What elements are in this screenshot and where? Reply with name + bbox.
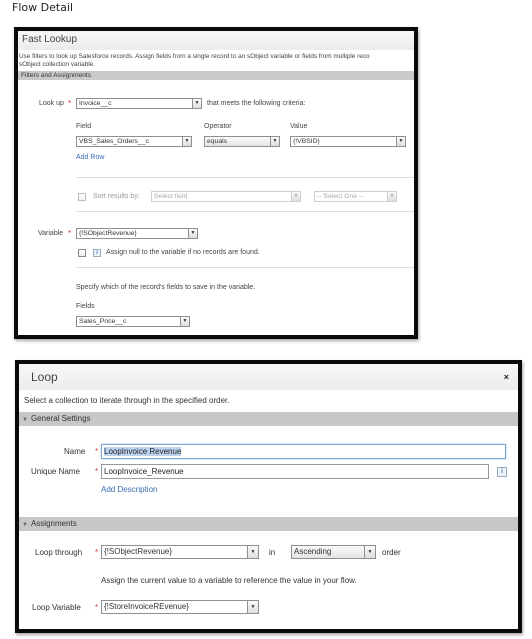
required-marker: * xyxy=(95,548,99,557)
loop-through-dropdown-icon[interactable]: ▼ xyxy=(247,545,259,559)
unique-name-input[interactable]: LoopInvoice_Revenue xyxy=(101,464,489,479)
assign-null-label: Assign null to the variable if no record… xyxy=(106,249,260,256)
variable-label: Variable xyxy=(38,230,64,237)
divider xyxy=(76,211,414,212)
required-marker: * xyxy=(95,467,99,476)
field-column-header: Field xyxy=(76,123,92,130)
lookup-object-dropdown-icon[interactable]: ▼ xyxy=(192,98,202,109)
general-settings-header[interactable]: ▼ General Settings xyxy=(19,412,518,426)
fast-lookup-description: Use filters to look up Salesforce record… xyxy=(18,50,414,71)
sort-order-dropdown-icon[interactable]: ▼ xyxy=(364,545,376,559)
assign-null-checkbox[interactable] xyxy=(78,249,86,257)
variable-dropdown-icon[interactable]: ▼ xyxy=(188,228,198,239)
loop-variable-select[interactable]: {!StoreInvoiceREvenue} xyxy=(101,600,248,614)
sort-field-select[interactable]: Select field xyxy=(151,191,292,202)
required-marker: * xyxy=(68,99,72,108)
filter-field-select[interactable]: VBS_Sales_Orders__c xyxy=(76,136,183,147)
fields-select[interactable]: Sales_Price__c xyxy=(76,316,181,327)
name-input[interactable]: LoopInvoice Revenue xyxy=(101,444,506,459)
description-line-2: sObject collection variable. xyxy=(19,61,96,68)
divider xyxy=(76,177,414,178)
loop-through-select[interactable]: {!SObjectRevenue} xyxy=(101,545,248,559)
specify-fields-text: Specify which of the record's fields to … xyxy=(76,284,256,291)
loop-header: Loop × xyxy=(19,364,518,390)
divider xyxy=(76,267,414,268)
value-column-header: Value xyxy=(290,123,308,130)
close-icon[interactable]: × xyxy=(504,364,509,390)
in-text: in xyxy=(269,548,276,557)
sort-order-select[interactable]: Ascending xyxy=(291,545,365,559)
add-row-link[interactable]: Add Row xyxy=(76,154,104,161)
required-marker: * xyxy=(95,603,99,612)
operator-column-header: Operator xyxy=(204,123,232,130)
sort-order-dropdown-icon[interactable]: ▼ xyxy=(387,191,397,202)
required-marker: * xyxy=(95,447,99,456)
info-icon[interactable]: i xyxy=(93,249,101,257)
general-settings-label: General Settings xyxy=(30,414,91,423)
collapse-triangle-icon: ▼ xyxy=(22,417,28,423)
info-icon[interactable]: i xyxy=(497,467,507,477)
filter-value-dropdown-icon[interactable]: ▼ xyxy=(396,136,406,147)
assign-help-text: Assign the current value to a variable t… xyxy=(101,576,357,585)
fields-dropdown-icon[interactable]: ▼ xyxy=(180,316,190,327)
filters-section-header: Filters and Assignments xyxy=(18,71,414,80)
fields-label: Fields xyxy=(76,303,95,310)
order-text: order xyxy=(382,548,401,557)
filter-field-dropdown-icon[interactable]: ▼ xyxy=(182,136,192,147)
loop-description: Select a collection to iterate through i… xyxy=(24,396,230,405)
assignments-header[interactable]: ▼ Assignments xyxy=(19,517,518,531)
sort-order-select[interactable]: -- Select One -- xyxy=(314,191,388,202)
loop-panel: Loop × Select a collection to iterate th… xyxy=(15,360,522,633)
fast-lookup-title: Fast Lookup xyxy=(18,31,414,50)
description-line-1: Use filters to look up Salesforce record… xyxy=(19,53,370,60)
lookup-object-select[interactable]: Invoice__c xyxy=(76,98,193,109)
variable-select[interactable]: {!SObjectRevenue} xyxy=(76,228,189,239)
lookup-label: Look up xyxy=(39,100,64,107)
page-title: Flow Detail xyxy=(12,1,74,14)
sort-results-label: Sort results by: xyxy=(93,193,140,200)
name-label: Name xyxy=(64,447,86,456)
collapse-triangle-icon: ▼ xyxy=(22,522,28,528)
filter-value-input[interactable]: {!VBSID} xyxy=(290,136,397,147)
filter-operator-select[interactable]: equals xyxy=(204,136,271,147)
sort-results-checkbox[interactable] xyxy=(78,193,86,201)
sort-field-dropdown-icon[interactable]: ▼ xyxy=(291,191,301,202)
required-marker: * xyxy=(68,229,72,238)
loop-title: Loop xyxy=(31,370,58,384)
unique-name-label: Unique Name xyxy=(31,467,80,476)
filter-operator-dropdown-icon[interactable]: ▼ xyxy=(270,136,280,147)
add-description-link[interactable]: Add Description xyxy=(101,485,157,494)
fast-lookup-panel: Fast Lookup Use filters to look up Sales… xyxy=(14,27,418,339)
assignments-label: Assignments xyxy=(30,519,77,528)
loop-variable-dropdown-icon[interactable]: ▼ xyxy=(247,600,259,614)
loop-variable-label: Loop Variable xyxy=(32,603,81,612)
name-input-value: LoopInvoice Revenue xyxy=(104,447,182,456)
loop-through-label: Loop through xyxy=(35,548,83,557)
criteria-text: that meets the following criteria: xyxy=(207,100,306,107)
